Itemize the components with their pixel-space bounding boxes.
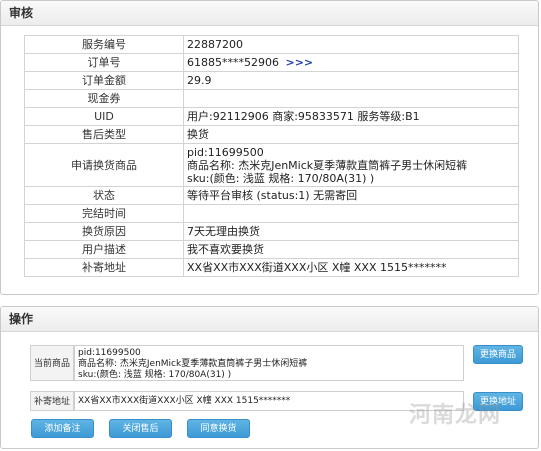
cash-coupon-value: [183, 89, 519, 108]
aftersale-type-value: 换货: [183, 125, 519, 144]
operation-panel-title: 操作: [1, 307, 538, 332]
table-row: 换货原因 7天无理由换货: [24, 222, 519, 241]
cash-coupon-label: 现金券: [24, 89, 184, 108]
table-row: 补寄地址 XX省XX市XXX街道XXX小区 X幢 XXX 1515*******: [24, 258, 519, 277]
table-row: 订单号 61885****52906 >>>: [24, 53, 519, 72]
user-description-label: 用户描述: [24, 240, 184, 259]
table-row: UID 用户:92112906 商家:95833571 服务等级:B1: [24, 107, 519, 126]
order-id-value: 61885****52906: [187, 56, 279, 69]
exchange-product-label: 申请换货商品: [24, 143, 184, 187]
current-product-pid: pid:11699500: [78, 348, 141, 358]
resend-address-value: XX省XX市XXX街道XXX小区 X幢 XXX 1515*******: [183, 258, 519, 277]
service-id-value: 22887200: [183, 35, 519, 54]
product-name: 商品名称: 杰米克JenMick夏季薄款直筒裤子男士休闲短裤: [187, 158, 468, 172]
change-product-button[interactable]: 更换商品: [473, 345, 523, 364]
finish-time-label: 完结时间: [24, 204, 184, 223]
table-row: 订单金额 29.9: [24, 71, 519, 90]
current-product-sku: sku:(颜色: 浅蓝 规格: 170/80A(31) ): [78, 370, 232, 380]
address-label: 补寄地址: [30, 391, 74, 411]
uid-label: UID: [24, 107, 184, 126]
audit-panel: 审核 服务编号 22887200 订单号 61885****52906 >>> …: [0, 0, 539, 295]
table-row: 完结时间: [24, 204, 519, 223]
user-description-value: 我不喜欢要换货: [183, 240, 519, 259]
aftersale-type-label: 售后类型: [24, 125, 184, 144]
uid-value: 用户:92112906 商家:95833571 服务等级:B1: [183, 107, 519, 126]
exchange-reason-value: 7天无理由换货: [183, 222, 519, 241]
order-id-label: 订单号: [24, 53, 184, 72]
order-id-cell: 61885****52906 >>>: [183, 53, 519, 72]
add-note-button[interactable]: 添加备注: [31, 419, 94, 438]
address-field[interactable]: XX省XX市XXX街道XXX小区 X幢 XXX 1515*******: [74, 391, 464, 411]
audit-panel-title: 审核: [1, 1, 538, 26]
watermark-text: 河南龙网: [408, 402, 501, 428]
status-label: 状态: [24, 186, 184, 205]
exchange-reason-label: 换货原因: [24, 222, 184, 241]
order-detail-link[interactable]: >>>: [286, 56, 314, 69]
current-product-box: pid:11699500 商品名称: 杰米克JenMick夏季薄款直筒裤子男士休…: [74, 345, 464, 381]
order-amount-label: 订单金额: [24, 71, 184, 90]
table-row: 申请换货商品 pid:11699500 商品名称: 杰米克JenMick夏季薄款…: [24, 143, 519, 187]
table-row: 现金券: [24, 89, 519, 108]
finish-time-value: [183, 204, 519, 223]
close-aftersale-button[interactable]: 关闭售后: [109, 419, 172, 438]
table-row: 售后类型 换货: [24, 125, 519, 144]
exchange-product-value: pid:11699500 商品名称: 杰米克JenMick夏季薄款直筒裤子男士休…: [183, 143, 519, 187]
status-value: 等待平台审核 (status:1) 无需寄回: [183, 186, 519, 205]
service-id-label: 服务编号: [24, 35, 184, 54]
current-product-label: 当前商品: [30, 345, 74, 381]
table-row: 服务编号 22887200: [24, 35, 519, 54]
resend-address-label: 补寄地址: [24, 258, 184, 277]
approve-exchange-button[interactable]: 同意换货: [187, 419, 250, 438]
table-row: 用户描述 我不喜欢要换货: [24, 240, 519, 259]
product-sku: sku:(颜色: 浅蓝 规格: 170/80A(31) ): [187, 171, 375, 185]
audit-info-table: 服务编号 22887200 订单号 61885****52906 >>> 订单金…: [24, 35, 519, 277]
product-pid: pid:11699500: [187, 145, 264, 159]
current-product-name: 商品名称: 杰米克JenMick夏季薄款直筒裤子男士休闲短裤: [78, 359, 308, 369]
order-amount-value: 29.9: [183, 71, 519, 90]
table-row: 状态 等待平台审核 (status:1) 无需寄回: [24, 186, 519, 205]
